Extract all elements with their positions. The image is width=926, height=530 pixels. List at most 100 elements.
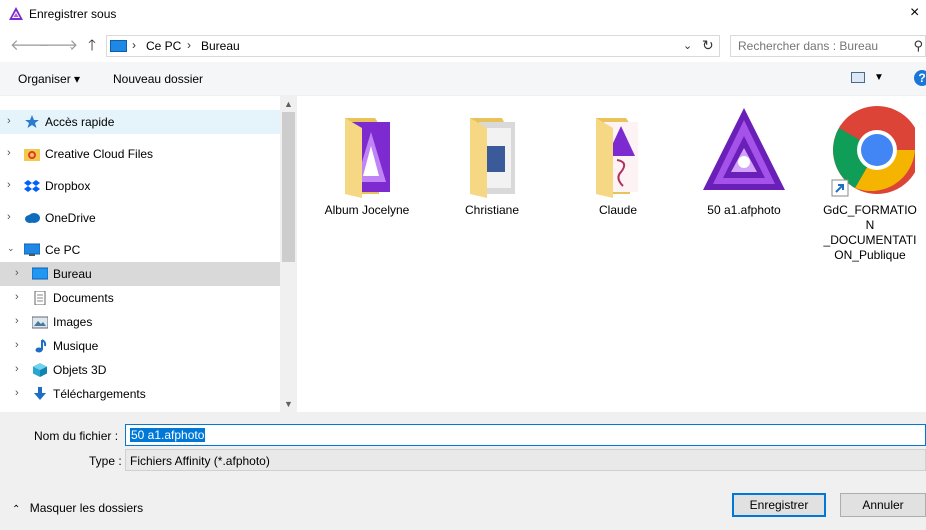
sidebar-item-label: Accès rapide bbox=[45, 115, 115, 129]
window-title: Enregistrer sous bbox=[29, 7, 117, 21]
navigation-pane: › Accès rapide › Creative Cloud Files › … bbox=[0, 96, 297, 412]
chrome-shortcut-icon bbox=[831, 106, 921, 197]
title-bar: Enregistrer sous × bbox=[0, 0, 926, 30]
breadcrumb-separator-icon[interactable]: › bbox=[132, 38, 136, 52]
breadcrumb-separator-icon[interactable]: › bbox=[187, 38, 191, 52]
scroll-down-icon[interactable]: ▼ bbox=[284, 399, 293, 409]
organize-button[interactable]: Organiser ▾ bbox=[18, 72, 80, 86]
filename-label: Nom du fichier : bbox=[34, 429, 119, 443]
address-dropdown-icon[interactable]: ⌄ bbox=[683, 39, 692, 52]
new-folder-button[interactable]: Nouveau dossier bbox=[113, 72, 203, 86]
file-name: 50 a1.afphoto bbox=[707, 203, 781, 217]
address-bar[interactable]: › Ce PC › Bureau ⌄ ↻ bbox=[106, 35, 720, 57]
file-item[interactable]: Christiane bbox=[437, 106, 547, 218]
chevron-right-icon[interactable]: › bbox=[7, 211, 11, 223]
sidebar-item-acces-rapide[interactable]: › Accès rapide bbox=[0, 110, 280, 134]
sidebar-item-telechargements[interactable]: › Téléchargements bbox=[0, 382, 280, 406]
refresh-icon[interactable]: ↻ bbox=[702, 37, 714, 54]
file-type-value: Fichiers Affinity (*.afphoto) bbox=[130, 454, 270, 468]
file-item[interactable]: Claude bbox=[563, 106, 673, 218]
cancel-button[interactable]: Annuler bbox=[840, 493, 926, 517]
cloud-icon bbox=[25, 213, 40, 223]
scrollbar-thumb[interactable] bbox=[282, 112, 295, 262]
file-view: Album Jocelyne Christiane Claude 50 a1.a… bbox=[297, 96, 926, 412]
desktop-icon bbox=[32, 267, 48, 280]
sidebar-item-label: Téléchargements bbox=[53, 387, 146, 401]
sidebar-item-label: Dropbox bbox=[45, 179, 91, 193]
images-icon bbox=[32, 316, 48, 329]
file-item[interactable]: 50 a1.afphoto bbox=[689, 106, 799, 218]
chevron-right-icon[interactable]: › bbox=[7, 115, 11, 127]
sidebar-item-images[interactable]: › Images bbox=[0, 310, 280, 334]
sidebar-item-label: OneDrive bbox=[45, 211, 96, 225]
chevron-right-icon[interactable]: › bbox=[15, 339, 19, 351]
sidebar-item-label: Ce PC bbox=[45, 243, 81, 257]
chevron-right-icon[interactable]: › bbox=[15, 387, 19, 399]
chevron-right-icon[interactable]: › bbox=[15, 267, 19, 279]
sidebar-item-label: Documents bbox=[53, 291, 114, 305]
hide-folders-label: Masquer les dossiers bbox=[29, 501, 144, 515]
sidebar-item-musique[interactable]: › Musique bbox=[0, 334, 280, 358]
sidebar-item-objets-3d[interactable]: › Objets 3D bbox=[0, 358, 280, 382]
sidebar-item-ce-pc[interactable]: ⌄ Ce PC bbox=[0, 238, 280, 262]
command-bar: Organiser ▾ Nouveau dossier ▼ ? bbox=[0, 62, 926, 96]
document-icon bbox=[34, 291, 46, 305]
filename-field[interactable]: 50 a1.afphoto bbox=[125, 424, 926, 446]
affinity-photo-icon bbox=[703, 108, 785, 190]
chevron-right-icon[interactable]: › bbox=[15, 315, 19, 327]
file-name: Christiane bbox=[464, 203, 520, 217]
chevron-right-icon[interactable]: › bbox=[15, 291, 19, 303]
sidebar-item-documents[interactable]: › Documents bbox=[0, 286, 280, 310]
search-input[interactable] bbox=[738, 39, 908, 53]
sidebar-item-dropbox[interactable]: › Dropbox bbox=[0, 174, 280, 198]
recent-locations-button[interactable]: ⌄ bbox=[64, 38, 80, 54]
computer-icon bbox=[110, 40, 127, 52]
chevron-right-icon[interactable]: › bbox=[15, 363, 19, 375]
view-options-icon[interactable] bbox=[851, 72, 865, 83]
type-label: Type : bbox=[89, 454, 122, 468]
help-icon[interactable]: ? bbox=[914, 70, 926, 86]
music-icon bbox=[35, 339, 47, 353]
back-button[interactable]: 🡐 bbox=[10, 38, 50, 54]
forward-button[interactable]: 🡒 bbox=[38, 38, 78, 54]
monogram-folder-icon bbox=[596, 118, 638, 198]
close-icon[interactable]: × bbox=[910, 4, 926, 24]
file-name: Claude bbox=[598, 203, 638, 217]
sidebar-item-creative-cloud[interactable]: › Creative Cloud Files bbox=[0, 142, 280, 166]
up-button[interactable]: 🡑 bbox=[84, 38, 100, 54]
sidebar-item-label: Bureau bbox=[53, 267, 92, 281]
affinity-folder-icon bbox=[345, 118, 390, 198]
star-icon bbox=[25, 115, 39, 128]
sidebar-item-bureau[interactable]: › Bureau bbox=[0, 262, 280, 286]
sidebar-item-label: Musique bbox=[53, 339, 99, 353]
chevron-down-icon[interactable]: ⌄ bbox=[7, 243, 15, 254]
dropbox-icon bbox=[24, 180, 40, 192]
document-folder-icon bbox=[470, 118, 515, 198]
filename-value[interactable]: 50 a1.afphoto bbox=[130, 428, 206, 442]
file-type-select[interactable]: Fichiers Affinity (*.afphoto) bbox=[125, 449, 926, 471]
file-item[interactable]: Album Jocelyne bbox=[312, 106, 422, 218]
computer-icon bbox=[24, 243, 40, 256]
navigation-scrollbar[interactable]: ▲ ▼ bbox=[280, 96, 297, 412]
view-dropdown-icon[interactable]: ▼ bbox=[874, 72, 884, 83]
scroll-up-icon[interactable]: ▲ bbox=[284, 99, 293, 109]
chevron-right-icon[interactable]: › bbox=[7, 179, 11, 191]
breadcrumb-bureau[interactable]: Bureau bbox=[201, 39, 240, 53]
chevron-up-icon: ⌃ bbox=[12, 504, 21, 515]
sidebar-item-label: Objets 3D bbox=[53, 363, 107, 377]
address-row: 🡐 🡒 ⌄ 🡑 › Ce PC › Bureau ⌄ ↻ ⚲ bbox=[0, 30, 926, 62]
creative-cloud-folder-icon bbox=[24, 149, 40, 161]
search-box[interactable]: ⚲ bbox=[730, 35, 926, 57]
file-name: GdC_FORMATIO N _DOCUMENTATI ON_Publique bbox=[823, 203, 917, 262]
chevron-right-icon[interactable]: › bbox=[7, 147, 11, 159]
save-button[interactable]: Enregistrer bbox=[732, 493, 826, 517]
search-icon[interactable]: ⚲ bbox=[913, 38, 923, 54]
affinity-photo-app-icon bbox=[9, 7, 23, 20]
save-form: Nom du fichier : 50 a1.afphoto Type : Fi… bbox=[0, 412, 926, 530]
file-item[interactable]: GdC_FORMATIO N _DOCUMENTATI ON_Publique bbox=[815, 106, 925, 263]
sidebar-item-onedrive[interactable]: › OneDrive bbox=[0, 206, 280, 230]
breadcrumb-ce-pc[interactable]: Ce PC bbox=[146, 39, 181, 53]
hide-folders-button[interactable]: ⌃ Masquer les dossiers bbox=[12, 501, 143, 515]
sidebar-item-label: Images bbox=[53, 315, 93, 329]
download-icon bbox=[34, 387, 46, 400]
